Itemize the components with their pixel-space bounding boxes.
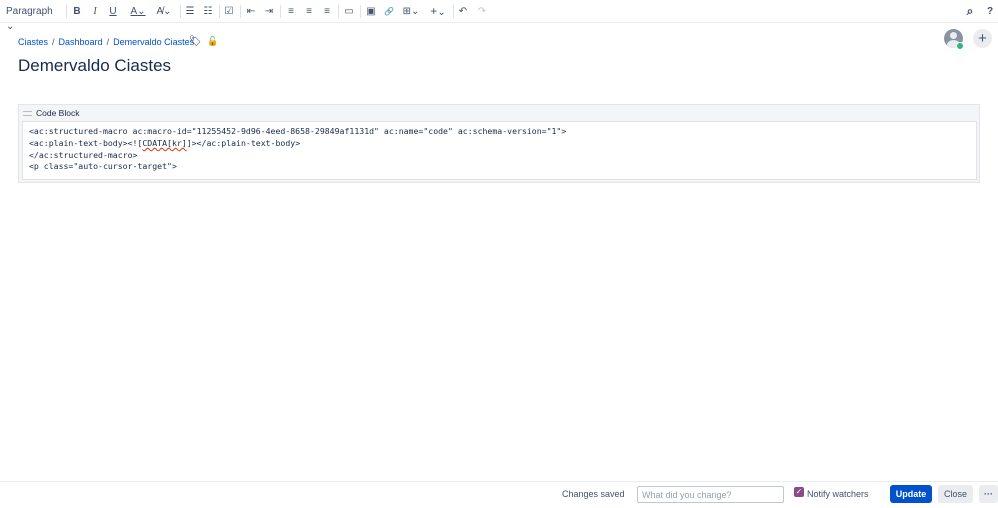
numbered-list-button[interactable]: ☷	[202, 4, 214, 19]
underline-button[interactable]: U	[107, 4, 119, 19]
chevron-down-icon: ⌄	[137, 6, 146, 17]
divider	[453, 5, 454, 18]
page-layout-button[interactable]: ▭	[343, 4, 355, 19]
align-right-button[interactable]: ≡	[321, 4, 333, 19]
chevron-down-icon: ⌄	[437, 7, 446, 18]
editor-footer: Changes saved ✓ Notify watchers Update C…	[0, 481, 998, 507]
change-comment-input[interactable]	[637, 486, 784, 503]
paragraph-style-dropdown[interactable]: Paragraph ⌄	[6, 4, 62, 32]
task-list-button[interactable]: ☑	[223, 4, 235, 19]
code-line: <ac:structured-macro ac:macro-id="112554…	[29, 126, 567, 136]
more-formatting-button[interactable]: A̸⌄	[154, 4, 174, 19]
online-status-icon	[956, 42, 964, 50]
bold-button[interactable]: B	[71, 4, 83, 19]
code-block-title: Code Block	[36, 108, 80, 118]
insert-image-button[interactable]: ▣	[365, 4, 377, 19]
chevron-down-icon: ⌄	[6, 21, 15, 32]
divider	[280, 5, 281, 18]
bullet-list-button[interactable]: ☰	[184, 4, 196, 19]
insert-link-button[interactable]: 🔗	[383, 4, 395, 19]
indent-button[interactable]: ⇥	[263, 4, 275, 19]
chevron-down-icon: ⌄	[163, 6, 172, 17]
breadcrumb: Ciastes / Dashboard / Demervaldo Ciastes	[18, 37, 195, 47]
close-button[interactable]: Close	[938, 485, 973, 503]
editor-toolbar: Paragraph ⌄ B I U A⌄ A̸⌄ ☰ ☷ ☑ ⇤ ⇥ ≡ ≡ ≡…	[0, 0, 998, 32]
divider	[360, 5, 361, 18]
table-icon: ⊞	[402, 6, 411, 17]
page-title[interactable]: Demervaldo Ciastes	[18, 56, 171, 76]
text-color-button[interactable]: A⌄	[128, 4, 148, 19]
breadcrumb-item[interactable]: Ciastes	[18, 37, 48, 47]
drag-handle-icon[interactable]	[23, 111, 32, 116]
divider	[66, 5, 67, 18]
add-collaborator-button[interactable]: +	[973, 29, 992, 48]
more-options-button[interactable]: ···	[979, 485, 998, 503]
code-block-macro[interactable]: Code Block <ac:structured-macro ac:macro…	[18, 104, 980, 183]
misspelled-word: CDATA[kr]	[142, 137, 187, 148]
divider	[219, 5, 220, 18]
code-line: <ac:plain-text-body><![	[29, 137, 143, 148]
redo-button[interactable]: ↷	[476, 4, 488, 19]
save-status: Changes saved	[562, 489, 625, 499]
italic-button[interactable]: I	[89, 4, 101, 19]
notify-watchers-label[interactable]: Notify watchers	[807, 489, 869, 499]
undo-button[interactable]: ↶	[457, 4, 469, 19]
align-center-button[interactable]: ≡	[303, 4, 315, 19]
update-button[interactable]: Update	[890, 485, 932, 503]
breadcrumb-item[interactable]: Dashboard	[59, 37, 103, 47]
insert-table-button[interactable]: ⊞⌄	[401, 4, 421, 19]
notify-watchers-checkbox[interactable]: ✓	[794, 487, 804, 497]
breadcrumb-item[interactable]: Demervaldo Ciastes	[113, 37, 194, 47]
align-left-button[interactable]: ≡	[285, 4, 297, 19]
divider	[180, 5, 181, 18]
label-tag-icon[interactable]: 🏷	[189, 36, 202, 47]
outdent-button[interactable]: ⇤	[245, 4, 257, 19]
code-line: <p class="auto-cursor-target">	[29, 161, 177, 172]
chevron-down-icon: ⌄	[411, 6, 420, 17]
search-button[interactable]: ⌕	[964, 4, 976, 19]
code-line: </ac:structured-macro>	[29, 149, 138, 160]
divider	[338, 5, 339, 18]
insert-more-button[interactable]: +⌄	[428, 4, 448, 19]
code-line: ]></ac:plain-text-body>	[186, 137, 301, 148]
code-block-content[interactable]: <ac:structured-macro ac:macro-id="112554…	[22, 121, 977, 180]
divider	[240, 5, 241, 18]
help-button[interactable]: ?	[985, 4, 995, 19]
restrictions-lock-icon[interactable]: 🔓	[207, 36, 218, 47]
paragraph-label: Paragraph	[6, 6, 53, 17]
